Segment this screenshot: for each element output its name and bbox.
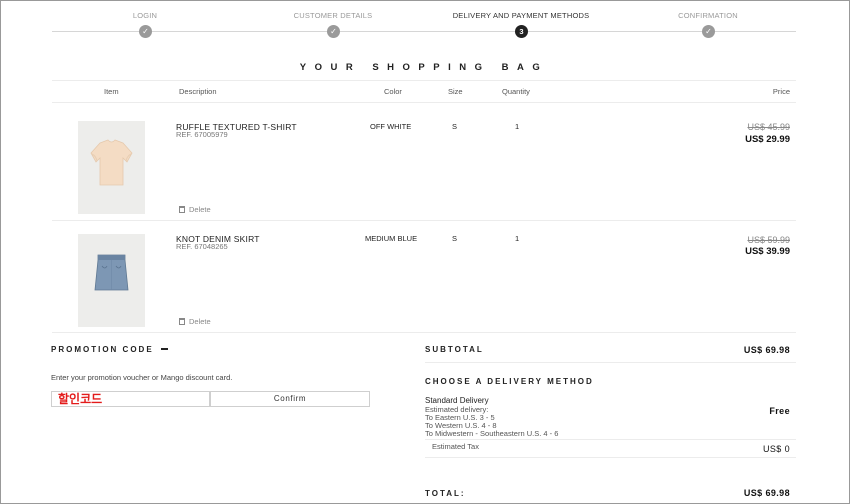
trash-icon: [179, 318, 185, 325]
subtotal-value: US$ 69.98: [743, 345, 790, 355]
divider: [52, 332, 796, 333]
divider: [52, 80, 796, 81]
step-number-badge: 3: [515, 25, 528, 38]
header-item: Item: [104, 87, 119, 96]
delivery-line: To Midwestern - Southeastern U.S. 4 - 6: [425, 429, 559, 438]
divider: [52, 102, 796, 103]
product-size: S: [452, 234, 458, 243]
header-quantity: Quantity: [502, 87, 530, 96]
progress-line: [52, 31, 796, 32]
check-icon: ✓: [327, 25, 340, 38]
divider: [425, 457, 796, 458]
delivery-price: Free: [769, 406, 790, 416]
sale-price: US$ 29.99: [745, 134, 790, 145]
page-title: YOUR SHOPPING BAG: [299, 62, 549, 73]
check-icon: ✓: [702, 25, 715, 38]
step-label: CUSTOMER DETAILS: [293, 11, 373, 20]
delivery-title: CHOOSE A DELIVERY METHOD: [425, 377, 594, 386]
step-label: LOGIN: [132, 11, 158, 20]
skirt-photo[interactable]: [78, 234, 145, 327]
check-icon: ✓: [139, 25, 152, 38]
product-color: MEDIUM BLUE: [365, 234, 418, 243]
product-ref: REF. 67005979: [176, 130, 228, 139]
total-value: US$ 69.98: [743, 488, 790, 498]
header-price: Price: [772, 87, 790, 96]
confirm-button[interactable]: Confirm: [210, 391, 370, 407]
product-color: OFF WHITE: [370, 122, 412, 131]
subtotal-label: SUBTOTAL: [425, 345, 484, 354]
divider: [425, 362, 796, 363]
step-label: DELIVERY AND PAYMENT METHODS: [452, 11, 590, 20]
product-ref: REF. 67048265: [176, 242, 228, 251]
delete-label: Delete: [189, 205, 211, 214]
delete-label: Delete: [189, 317, 211, 326]
product-quantity: 1: [515, 122, 520, 131]
promo-instructions: Enter your promotion voucher or Mango di…: [51, 373, 233, 382]
trash-icon: [179, 206, 185, 213]
product-size: S: [452, 122, 458, 131]
original-price: US$ 45.99: [747, 122, 790, 132]
product-quantity: 1: [515, 234, 520, 243]
header-size: Size: [448, 87, 463, 96]
delete-button[interactable]: Delete: [179, 317, 211, 326]
sale-price: US$ 39.99: [745, 246, 790, 257]
divider: [425, 439, 796, 440]
header-color: Color: [384, 87, 402, 96]
promo-title[interactable]: PROMOTION CODE: [51, 345, 154, 354]
promo-code-input[interactable]: 할인코드: [51, 391, 210, 407]
tax-value: US$ 0: [762, 444, 790, 454]
tshirt-photo[interactable]: [78, 121, 145, 214]
minus-icon[interactable]: [161, 348, 168, 350]
checkout-progress: LOGIN ✓ CUSTOMER DETAILS ✓ DELIVERY AND …: [52, 0, 796, 40]
original-price: US$ 59.99: [747, 235, 790, 245]
divider: [52, 220, 796, 221]
header-description: Description: [179, 87, 217, 96]
step-label: CONFIRMATION: [678, 11, 738, 20]
promo-overlay-label: 할인코드: [58, 392, 103, 406]
total-label: TOTAL:: [425, 489, 466, 498]
tax-label: Estimated Tax: [432, 442, 479, 451]
delete-button[interactable]: Delete: [179, 205, 211, 214]
